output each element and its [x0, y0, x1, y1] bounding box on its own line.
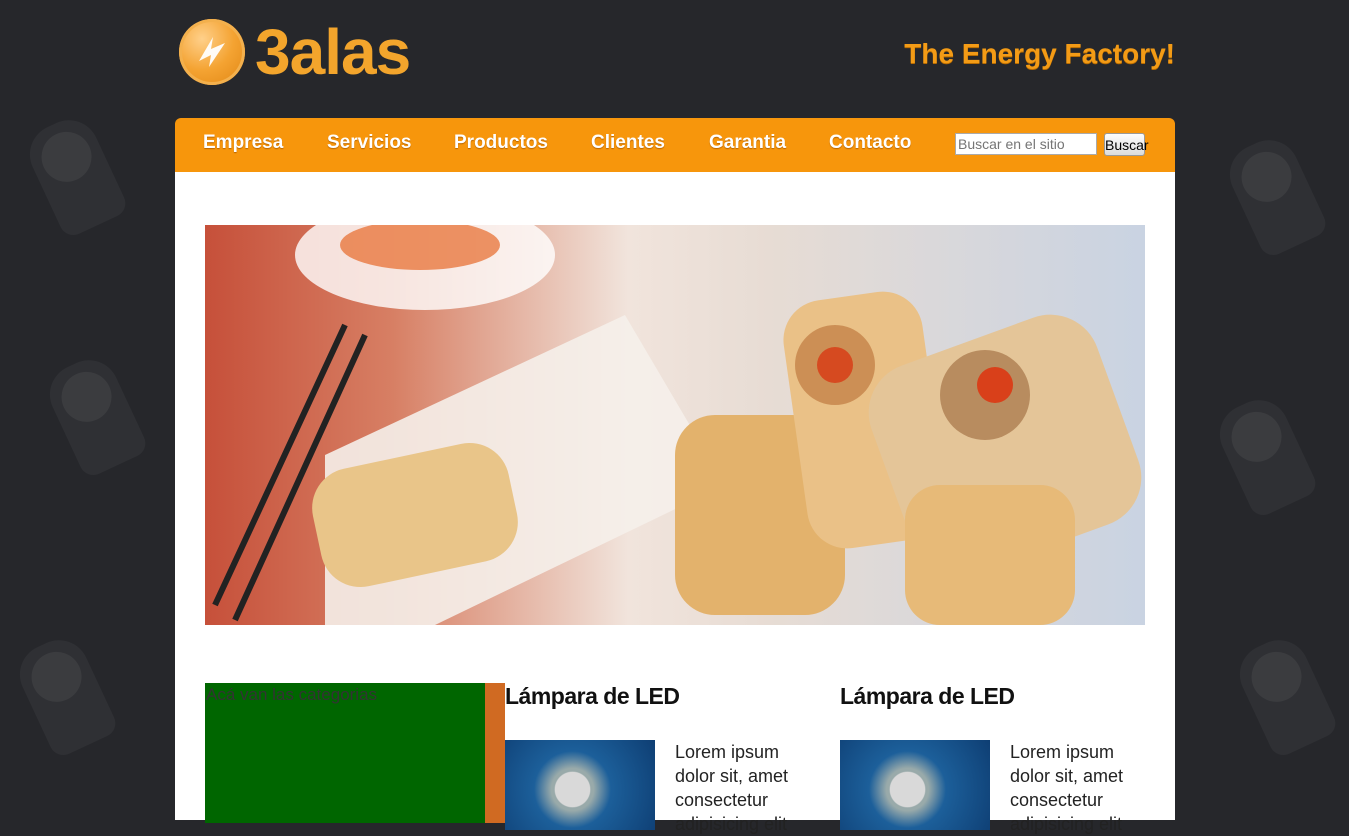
led-lamp-image[interactable]	[505, 740, 655, 830]
site-logo[interactable]: 3alas	[179, 6, 411, 98]
nav-servicios[interactable]: Servicios	[327, 132, 412, 154]
led-lamp-image[interactable]	[840, 740, 990, 830]
product-card[interactable]: Lámpara de LED Lorem ipsum dolor sit, am…	[505, 683, 815, 834]
brand-name: 3alas	[255, 16, 411, 88]
bg-lamp-decoration	[10, 630, 120, 760]
product-title[interactable]: Lámpara de LED	[840, 683, 1150, 710]
nav-empresa[interactable]: Empresa	[203, 132, 283, 154]
bg-lamp-decoration	[1220, 130, 1330, 260]
hero-banner-image	[205, 225, 1145, 625]
bg-lamp-decoration	[20, 110, 130, 240]
product-description: Lorem ipsum dolor sit, amet consectetur …	[675, 742, 789, 834]
product-description: Lorem ipsum dolor sit, amet consectetur …	[1010, 742, 1124, 834]
tagline: The Energy Factory!	[904, 38, 1175, 69]
page-container: 3alas The Energy Factory! Empresa Servic…	[175, 0, 1175, 834]
main-content: Acá van las categorias Lámpara de LED Lo…	[175, 172, 1175, 834]
nav-productos[interactable]: Productos	[454, 132, 548, 154]
lightning-logo-icon	[179, 19, 245, 85]
categories-label: Acá van las categorias	[206, 685, 378, 704]
main-nav: Empresa Servicios Productos Clientes Gar…	[175, 118, 1175, 172]
nav-contacto[interactable]: Contacto	[829, 132, 911, 154]
categories-panel: Acá van las categorias	[205, 683, 505, 823]
product-title[interactable]: Lámpara de LED	[505, 683, 815, 710]
product-card[interactable]: Lámpara de LED Lorem ipsum dolor sit, am…	[840, 683, 1150, 834]
bg-lamp-decoration	[1230, 630, 1340, 760]
search-button[interactable]: Buscar	[1104, 133, 1149, 156]
bg-lamp-decoration	[40, 350, 150, 480]
nav-garantia[interactable]: Garantia	[709, 132, 786, 154]
search-input[interactable]	[955, 133, 1097, 155]
bg-lamp-decoration	[1210, 390, 1320, 520]
nav-clientes[interactable]: Clientes	[591, 132, 665, 154]
